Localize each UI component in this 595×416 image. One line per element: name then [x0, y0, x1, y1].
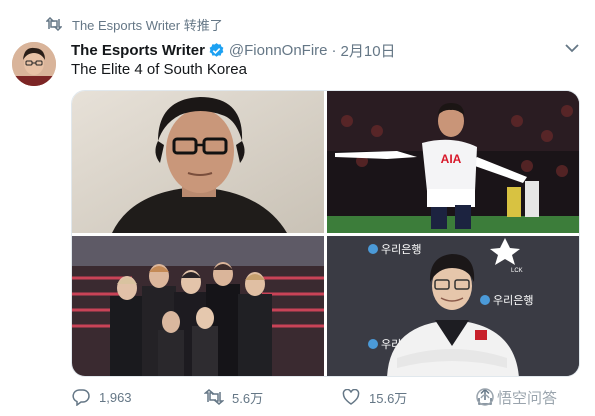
retweet-count: 5.6万 [232, 390, 264, 406]
retweet-context-text: The Esports Writer 转推了 [72, 17, 223, 33]
reply-button[interactable]: 1,963 [71, 386, 132, 408]
chevron-down-icon[interactable] [562, 40, 582, 56]
sponsor-text: 우리은행 [381, 243, 421, 256]
retweet-icon [46, 16, 64, 32]
jersey-sponsor-text: AIA [441, 152, 462, 166]
sponsor-text-2: 우리은행 [493, 294, 533, 307]
photo-man-with-glasses[interactable] [72, 91, 324, 233]
retweet-icon [204, 387, 224, 407]
author-name[interactable]: The Esports Writer [71, 42, 205, 59]
like-count: 15.6万 [369, 390, 408, 406]
like-button[interactable]: 15.6万 [341, 386, 407, 408]
photo-football-player[interactable]: AIA [327, 91, 579, 233]
photo-music-group[interactable] [72, 236, 324, 376]
retweet-context[interactable]: The Esports Writer 转推了 [46, 14, 223, 34]
separator-dot: · [331, 41, 337, 59]
author-handle[interactable]: @FionnOnFire [229, 42, 328, 59]
heart-icon [341, 387, 361, 407]
reply-count: 1,963 [99, 389, 132, 405]
tweet-header: The Esports Writer @FionnOnFire · 2月10日 [71, 39, 396, 61]
verified-badge-icon [208, 42, 225, 59]
league-badge-text: LCK [511, 268, 523, 274]
media-grid: AIA 우리은행 우리은행 LCK [71, 90, 580, 377]
retweet-button[interactable]: 5.6万 [204, 386, 263, 408]
watermark: 悟空问答 [476, 386, 557, 408]
tweet-date[interactable]: 2月10日 [341, 40, 396, 61]
avatar[interactable] [12, 42, 56, 86]
photo-esports-player[interactable]: 우리은행 우리은행 우리은행 LCK [327, 236, 579, 376]
watermark-logo-icon [476, 388, 494, 406]
tweet-text: The Elite 4 of South Korea [71, 61, 247, 78]
reply-icon [71, 387, 91, 407]
watermark-text: 悟空问答 [497, 389, 558, 407]
